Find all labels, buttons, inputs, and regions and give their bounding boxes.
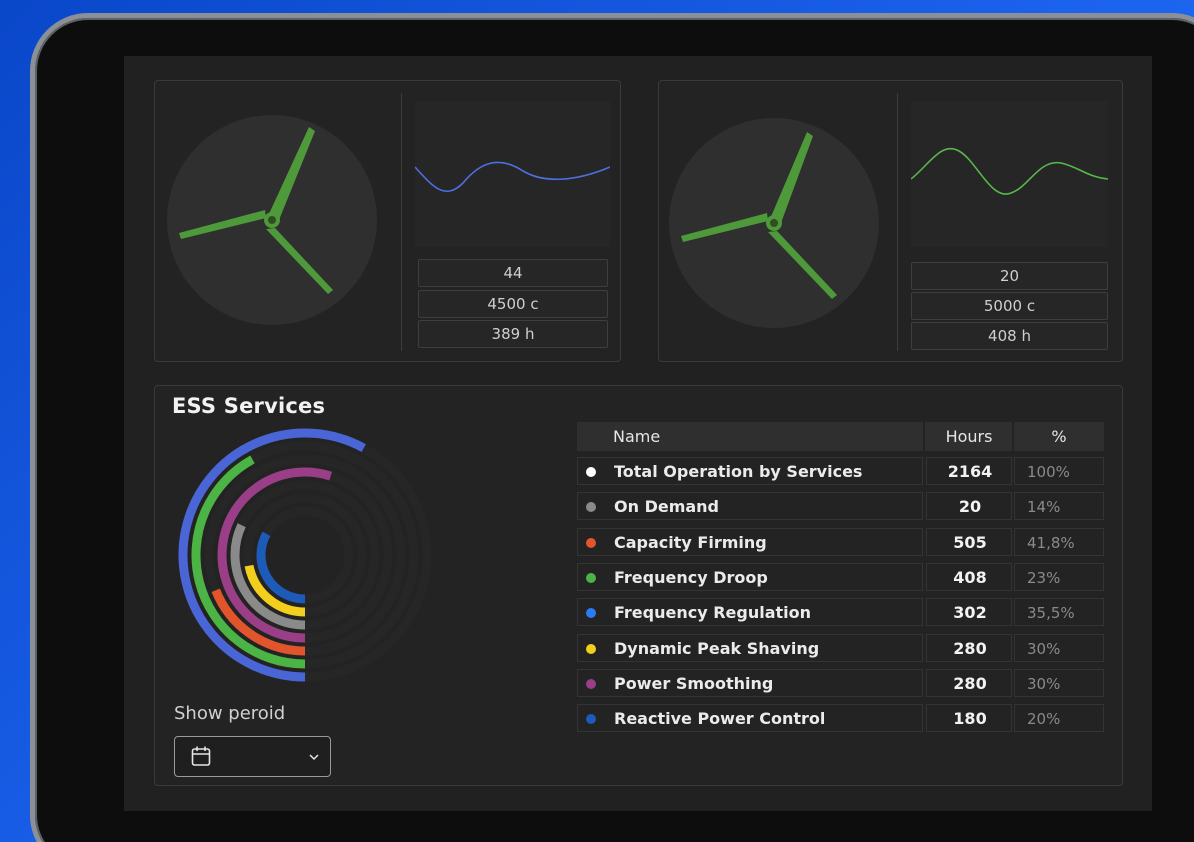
legend-dot	[586, 678, 596, 689]
calendar-icon	[191, 746, 211, 766]
chevron-down-icon	[309, 754, 319, 761]
legend-dot	[586, 537, 596, 548]
service-hours: 280	[953, 673, 987, 693]
hours-cell: 408	[926, 562, 1012, 591]
name-cell: Dynamic Peak Shaving	[577, 633, 923, 662]
name-cell: Frequency Droop	[577, 562, 923, 591]
stat-value-1: 44	[418, 259, 608, 287]
table-row[interactable]: Total Operation by Services 2164 100%	[577, 457, 1104, 485]
service-hours: 408	[953, 567, 987, 587]
services-radial-chart	[178, 428, 432, 682]
service-percent: 30%	[1027, 639, 1061, 658]
hours-cell: 2164	[926, 457, 1012, 485]
service-name: Total Operation by Services	[614, 462, 863, 481]
table-row[interactable]: On Demand 20 14%	[577, 492, 1104, 521]
legend-dot	[586, 572, 596, 583]
service-name: Reactive Power Control	[614, 709, 826, 729]
legend-dot	[586, 608, 596, 619]
percent-cell: 23%	[1014, 562, 1104, 591]
service-hours: 280	[953, 638, 987, 658]
service-name: Frequency Droop	[614, 567, 768, 587]
stat-value-3: 389 h	[418, 320, 608, 348]
service-percent: 14%	[1027, 498, 1061, 517]
service-hours: 505	[953, 532, 987, 552]
table-row[interactable]: Capacity Firming 505 41,8%	[577, 527, 1104, 556]
name-cell: Power Smoothing	[577, 668, 923, 697]
hours-cell: 20	[926, 492, 1012, 521]
service-hours: 20	[958, 497, 982, 517]
name-cell: On Demand	[577, 492, 923, 521]
turbine-rotor-icon	[167, 115, 377, 325]
name-cell: Reactive Power Control	[577, 704, 923, 733]
ring-arc-reactive-power-control	[256, 531, 306, 604]
service-name: Capacity Firming	[614, 532, 767, 552]
percent-cell: 35,5%	[1014, 598, 1104, 627]
hours-cell: 280	[926, 633, 1012, 662]
percent-cell: 30%	[1014, 633, 1104, 662]
table-header: Name Hours %	[577, 422, 1104, 451]
table-row[interactable]: Frequency Regulation 302 35,5%	[577, 598, 1104, 627]
legend-dot	[586, 643, 596, 654]
service-percent: 23%	[1027, 568, 1061, 587]
service-hours: 2164	[947, 462, 993, 481]
table-row[interactable]: Power Smoothing 280 30%	[577, 668, 1104, 697]
name-cell: Frequency Regulation	[577, 598, 923, 627]
turbine-card-2: 20 5000 c 408 h	[658, 80, 1123, 362]
service-name: Frequency Regulation	[614, 603, 812, 623]
service-percent: 100%	[1027, 463, 1070, 481]
card-divider	[897, 93, 898, 351]
service-name: Power Smoothing	[614, 673, 774, 693]
service-name: On Demand	[614, 497, 720, 517]
trend-chart	[414, 101, 611, 247]
percent-cell: 30%	[1014, 668, 1104, 697]
service-percent: 30%	[1027, 674, 1061, 693]
period-select[interactable]	[174, 736, 331, 777]
table-row[interactable]: Frequency Droop 408 23%	[577, 562, 1104, 591]
percent-cell: 20%	[1014, 704, 1104, 733]
card-divider	[401, 93, 402, 351]
legend-dot	[586, 502, 596, 513]
section-title: ESS Services	[172, 394, 326, 418]
stat-value-2: 5000 c	[911, 292, 1108, 320]
percent-cell: 100%	[1014, 457, 1104, 485]
percent-cell: 41,8%	[1014, 527, 1104, 556]
turbine-card-1: 44 4500 c 389 h	[154, 80, 621, 362]
service-percent: 41,8%	[1027, 533, 1075, 552]
service-hours: 302	[953, 603, 987, 623]
turbine-rotor-icon	[669, 118, 879, 328]
legend-dot	[586, 467, 596, 477]
period-label: Show peroid	[174, 703, 286, 724]
stat-value-2: 4500 c	[418, 290, 608, 318]
name-cell: Total Operation by Services	[577, 457, 923, 485]
service-percent: 20%	[1027, 710, 1061, 729]
percent-cell: 14%	[1014, 492, 1104, 521]
legend-dot	[586, 714, 596, 725]
service-name: Dynamic Peak Shaving	[614, 638, 820, 658]
service-hours: 180	[953, 709, 987, 729]
column-header-hours[interactable]: Hours	[926, 422, 1012, 451]
hours-cell: 302	[926, 598, 1012, 627]
name-cell: Capacity Firming	[577, 527, 923, 556]
service-percent: 35,5%	[1027, 604, 1075, 623]
table-row[interactable]: Reactive Power Control 180 20%	[577, 704, 1104, 733]
stat-value-3: 408 h	[911, 322, 1108, 350]
column-header-name[interactable]: Name	[613, 422, 660, 451]
hours-cell: 505	[926, 527, 1012, 556]
hours-cell: 180	[926, 704, 1012, 733]
trend-chart	[910, 101, 1109, 247]
table-row[interactable]: Dynamic Peak Shaving 280 30%	[577, 633, 1104, 662]
column-header-percent[interactable]: %	[1014, 422, 1104, 451]
hours-cell: 280	[926, 668, 1012, 697]
stat-value-1: 20	[911, 262, 1108, 290]
